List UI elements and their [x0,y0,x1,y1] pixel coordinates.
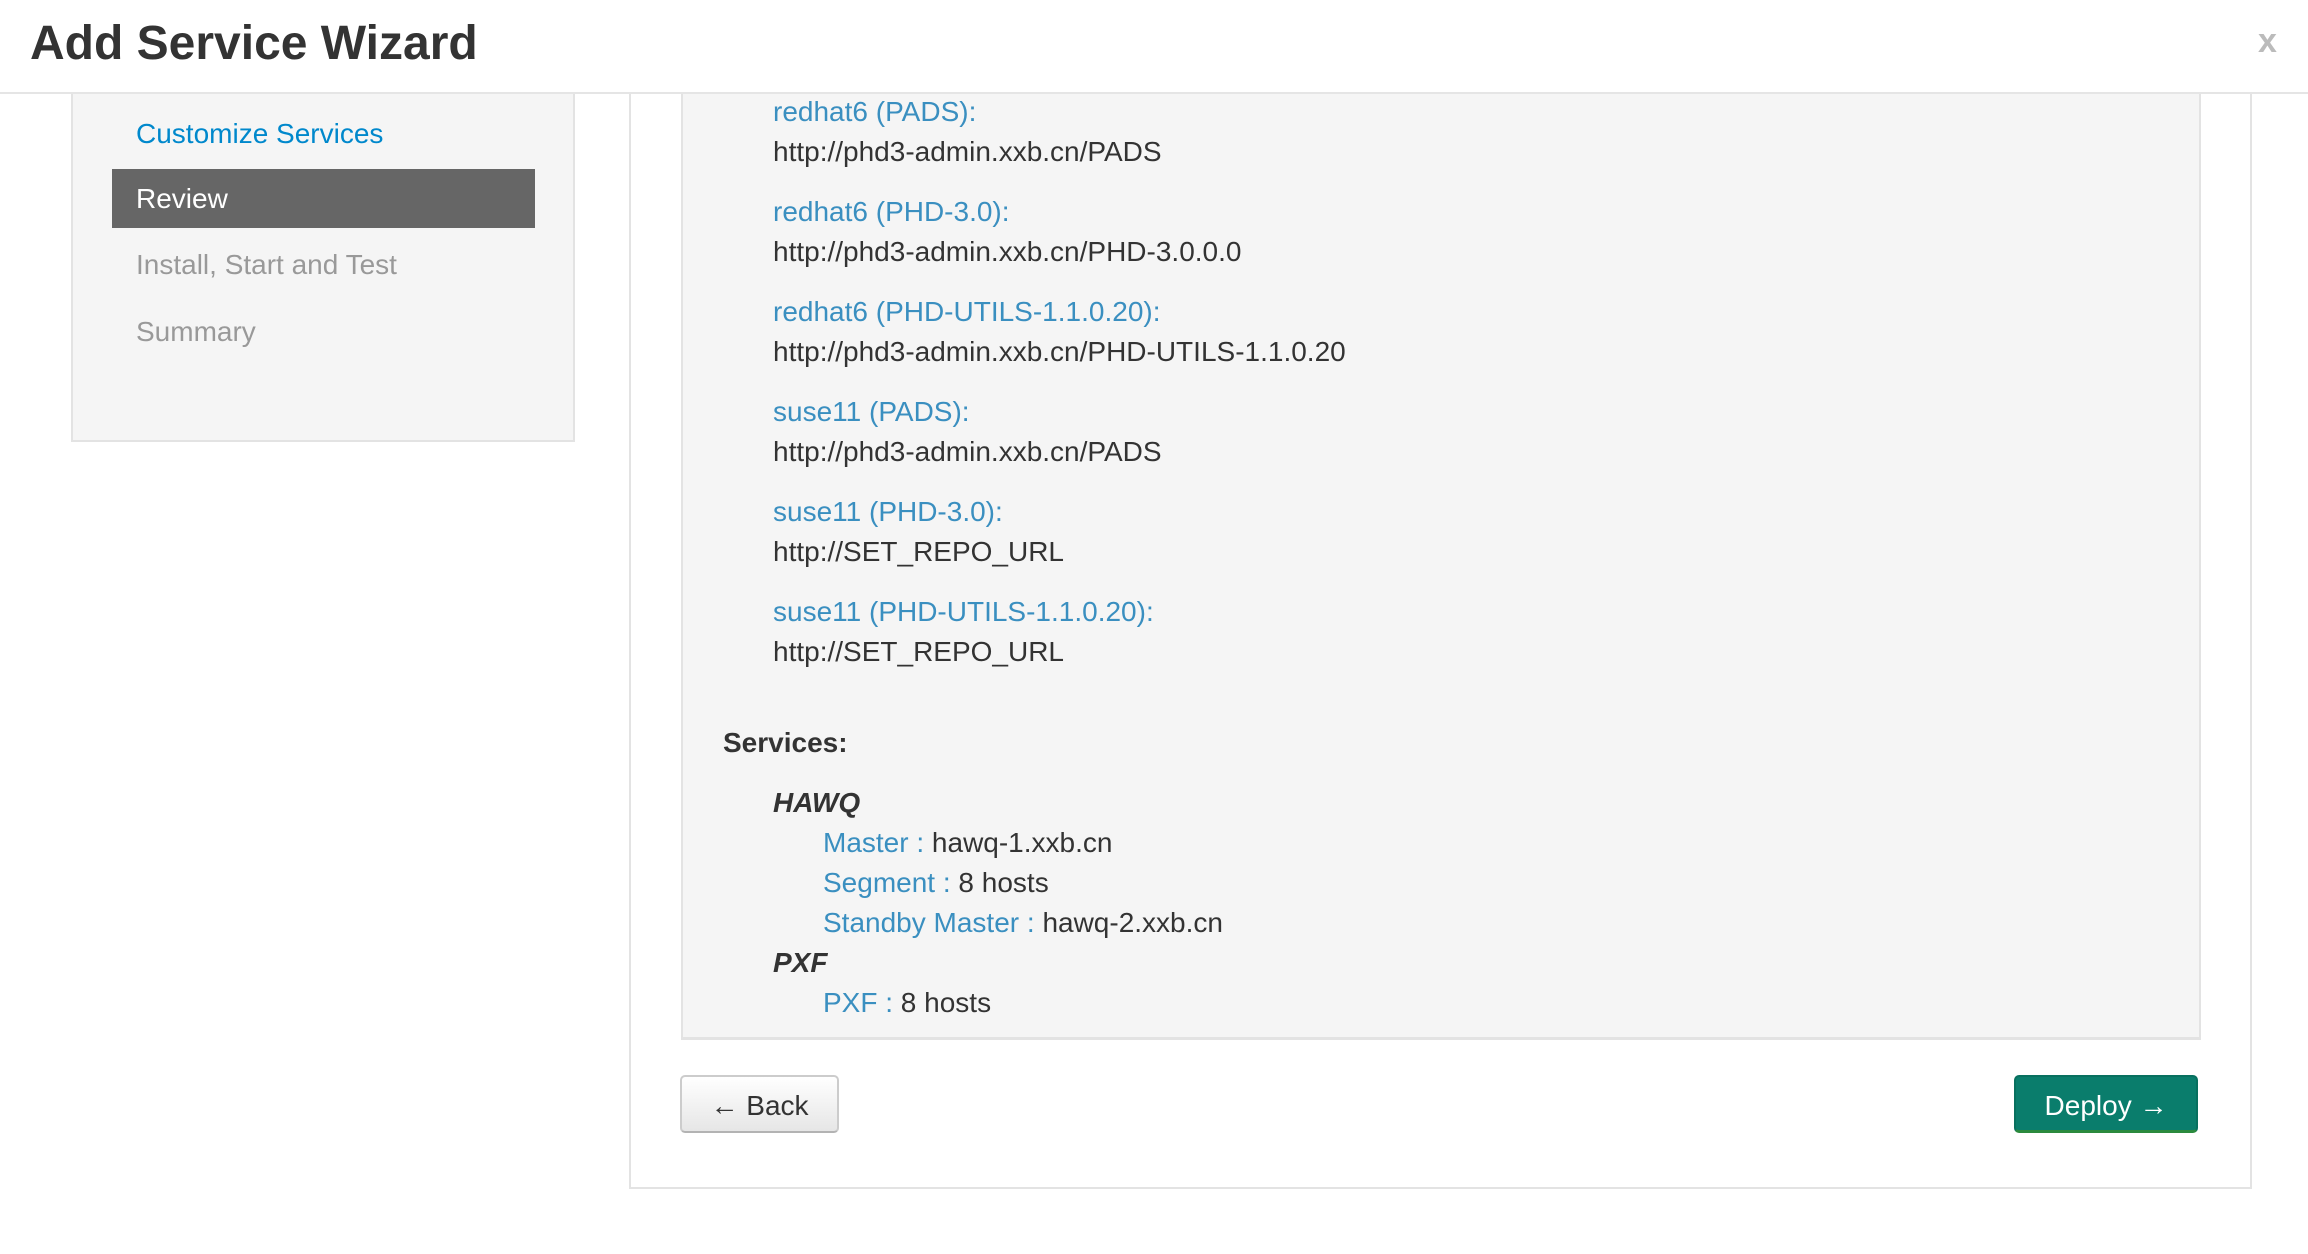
repo-item: redhat6 (PADS): http://phd3-admin.xxb.cn/… [773,96,1162,168]
content-panel: redhat6 (PADS): http://phd3-admin.xxb.cn/… [629,60,2252,1189]
service-name: HAWQ [773,787,861,818]
repo-url: http://SET_REPO_URL [773,536,1065,567]
back-button[interactable]: ← Back [680,1075,839,1133]
page-title: Add Service Wizard [30,17,478,70]
deploy-button[interactable]: Deploy → [2014,1075,2198,1133]
component-value: hawq-1.xxb.cn [931,827,1113,858]
component-row: Standby Master : hawq-2.xxb.cn [823,907,1223,939]
repo-item: redhat6 (PHD-UTILS-1.1.0.20): http://phd3… [773,296,1346,368]
repo-item: suse11 (PHD-UTILS-1.1.0.20): http://SET_R… [773,596,1154,668]
repo-url: http://phd3-admin.xxb.cn/PADS [773,436,1162,467]
wizard-steps: Customize Services Review Install, Start… [71,60,575,442]
component-key: PXF : [823,987,894,1018]
repo-label: suse11 (PADS): [773,396,970,427]
repo-label: suse11 (PHD-UTILS-1.1.0.20): [773,596,1154,627]
repo-label: suse11 (PHD-3.0): [773,496,1003,527]
repo-item: redhat6 (PHD-3.0): http://phd3-admin.xxb.… [773,196,1241,268]
services-heading: Services: [723,727,848,758]
review-well[interactable]: redhat6 (PADS): http://phd3-admin.xxb.cn/… [681,62,2201,1040]
component-row: Master : hawq-1.xxb.cn [823,827,1112,859]
repo-label: redhat6 (PADS): [773,96,977,127]
repo-label: redhat6 (PHD-UTILS-1.1.0.20): [773,296,1161,327]
close-icon[interactable]: x [2258,22,2277,61]
component-value: 8 hosts [900,987,992,1018]
step-customize-services[interactable]: Customize Services [112,104,535,163]
repo-url: http://phd3-admin.xxb.cn/PADS [773,136,1162,167]
component-key: Master : [823,827,925,858]
step-install-start-test: Install, Start and Test [136,249,397,280]
component-row: Segment : 8 hosts [823,867,1049,899]
component-row: PXF : 8 hosts [823,987,991,1019]
component-key: Segment : [823,867,951,898]
service-name: PXF [773,947,828,978]
modal-header: Add Service Wizard x [0,0,2308,94]
repo-url: http://phd3-admin.xxb.cn/PHD-3.0.0.0 [773,236,1242,267]
repo-item: suse11 (PADS): http://phd3-admin.xxb.cn/P… [773,396,1162,468]
repo-item: suse11 (PHD-3.0): http://SET_REPO_URL [773,496,1064,568]
repo-url: http://phd3-admin.xxb.cn/PHD-UTILS-1.1.0… [773,336,1346,367]
step-review: Review [112,169,535,228]
repo-url: http://SET_REPO_URL [773,636,1065,667]
component-key: Standby Master : [823,907,1035,938]
component-value: hawq-2.xxb.cn [1042,907,1223,938]
component-value: 8 hosts [958,867,1049,898]
step-summary: Summary [136,316,256,347]
repo-label: redhat6 (PHD-3.0): [773,196,1010,227]
